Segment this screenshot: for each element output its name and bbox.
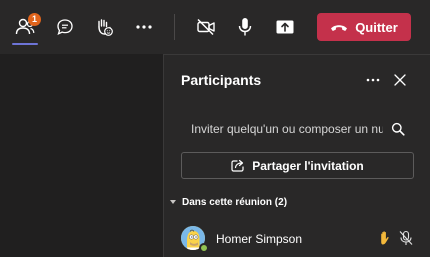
leave-meeting-label: Quitter xyxy=(355,19,398,35)
in-meeting-section-header[interactable]: Dans cette réunion (2) xyxy=(170,194,287,210)
share-invitation-button[interactable]: Partager l'invitation xyxy=(181,152,414,179)
toolbar-divider xyxy=(174,14,175,40)
invite-search-input[interactable] xyxy=(191,119,383,139)
chat-button[interactable] xyxy=(51,13,79,41)
participant-name: Homer Simpson xyxy=(216,232,303,246)
camera-off-icon xyxy=(197,18,215,36)
panel-title: Participants xyxy=(181,72,262,88)
mic-icon xyxy=(238,18,252,36)
share-invitation-label: Partager l'invitation xyxy=(252,158,364,173)
raise-hand-button[interactable] xyxy=(90,13,118,41)
chat-icon xyxy=(57,19,73,36)
meeting-toolbar: 1 Quitter xyxy=(0,0,430,54)
participants-panel: Participants Partager l'invitation Dans … xyxy=(163,54,430,257)
more-icon xyxy=(136,25,152,29)
more-actions-button[interactable] xyxy=(130,13,158,41)
panel-more-button[interactable] xyxy=(362,69,384,91)
panel-close-button[interactable] xyxy=(389,69,411,91)
leave-meeting-button[interactable]: Quitter xyxy=(317,13,411,41)
share-screen-icon xyxy=(276,20,294,34)
mic-off-icon[interactable] xyxy=(398,230,414,246)
more-icon xyxy=(366,78,380,82)
search-icon[interactable] xyxy=(391,122,405,136)
close-icon xyxy=(394,74,406,86)
mic-toggle-button[interactable] xyxy=(231,13,259,41)
raise-hand-icon xyxy=(98,19,113,36)
hand-raised-icon xyxy=(381,231,389,245)
active-indicator xyxy=(12,43,38,45)
invite-search-box xyxy=(181,117,413,141)
participants-count-badge: 1 xyxy=(28,13,41,26)
share-screen-button[interactable] xyxy=(271,13,299,41)
hangup-icon xyxy=(331,24,348,31)
section-label: Dans cette réunion (2) xyxy=(182,196,288,208)
share-icon xyxy=(231,159,244,172)
chevron-down-icon xyxy=(170,200,176,204)
presence-available-indicator xyxy=(199,243,209,253)
meeting-stage xyxy=(0,54,162,257)
camera-toggle-button[interactable] xyxy=(192,13,220,41)
participant-row[interactable]: Homer Simpson xyxy=(164,222,430,257)
